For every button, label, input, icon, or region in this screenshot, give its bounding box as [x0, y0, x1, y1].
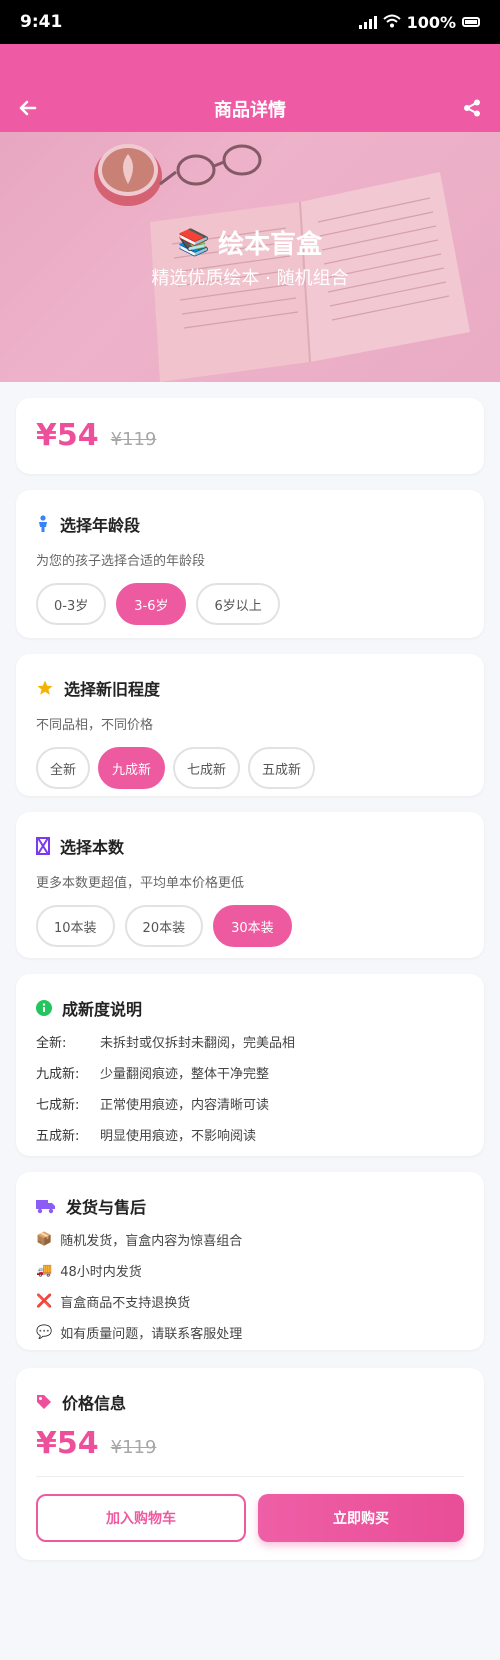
age-title: 选择年龄段 [60, 516, 141, 535]
package-icon: 📦 [36, 1232, 53, 1247]
status-icons: 100% [358, 12, 480, 32]
share-icon [464, 99, 480, 117]
signal-icon [358, 15, 377, 29]
shipping-text: 48小时内发货 [60, 1265, 142, 1280]
condition-info-row: 五成新: 明显使用痕迹，不影响阅读 [36, 1125, 464, 1144]
count-title: 选择本数 [60, 838, 125, 857]
count-option[interactable]: 10本装 [36, 905, 115, 947]
condition-select-card: 选择新旧程度 不同品相，不同价格 全新 九成新 七成新 五成新 [16, 654, 484, 796]
price-info-card: 价格信息 ¥54 ¥119 加入购物车 立即购买 [16, 1368, 484, 1560]
condition-options: 全新 九成新 七成新 五成新 [36, 747, 464, 789]
battery-icon [462, 17, 480, 27]
add-to-cart-button[interactable]: 加入购物车 [36, 1494, 246, 1542]
shipping-item: ❌ 盲盒商品不支持退换货 [36, 1292, 464, 1311]
info-icon [36, 1000, 52, 1016]
condition-value: 少量翻阅痕迹，整体干净完整 [100, 1067, 270, 1082]
count-options: 10本装 20本装 30本装 [36, 905, 464, 947]
count-option[interactable]: 30本装 [213, 905, 292, 947]
age-option[interactable]: 0-3岁 [36, 583, 107, 625]
age-options: 0-3岁 3-6岁 6岁以上 [36, 583, 464, 625]
condition-info-row: 九成新: 少量翻阅痕迹，整体干净完整 [36, 1063, 464, 1082]
shipping-title: 发货与售后 [66, 1198, 147, 1217]
star-icon [37, 680, 53, 695]
hero-banner: 📚 绘本盲盒 精选优质绘本 · 随机组合 [0, 132, 500, 382]
price-info-original: ¥119 [110, 1437, 157, 1458]
age-desc: 为您的孩子选择合适的年龄段 [36, 554, 206, 569]
age-select-card: 选择年龄段 为您的孩子选择合适的年龄段 0-3岁 3-6岁 6岁以上 [16, 490, 484, 638]
condition-info-row: 全新: 未拆封或仅拆封未翻阅，完美品相 [36, 1032, 464, 1051]
condition-key: 全新: [36, 1036, 67, 1051]
hourglass-icon [36, 837, 50, 855]
status-bar: 9:41 100% [0, 0, 500, 44]
price-card: ¥54 ¥119 [16, 398, 484, 474]
price-info-title: 价格信息 [62, 1394, 127, 1413]
count-desc: 更多本数更超值，平均单本价格更低 [36, 876, 245, 891]
price-info-current: ¥54 [36, 1426, 99, 1461]
battery-percent: 100% [406, 12, 456, 32]
page-title: 商品详情 [214, 100, 286, 121]
condition-info-card: 成新度说明 全新: 未拆封或仅拆封未翻阅，完美品相 九成新: 少量翻阅痕迹，整体干净… [16, 974, 484, 1156]
divider [36, 1476, 464, 1477]
hero-subtitle: 精选优质绘本 · 随机组合 [151, 268, 349, 289]
condition-option[interactable]: 全新 [36, 747, 91, 789]
wifi-icon [382, 13, 401, 32]
hero-title-row: 📚 绘本盲盒 [0, 224, 500, 261]
condition-key: 五成新: [36, 1129, 80, 1144]
count-option[interactable]: 20本装 [124, 905, 204, 947]
condition-key: 七成新: [36, 1098, 80, 1113]
delivery-truck-icon: 🚚 [36, 1263, 53, 1278]
condition-value: 明显使用痕迹，不影响阅读 [100, 1129, 257, 1144]
speech-bubble-icon: 💬 [36, 1325, 53, 1340]
truck-icon [36, 1200, 55, 1214]
shipping-item: 🚚 48小时内发货 [36, 1261, 464, 1280]
hero-title: 绘本盲盒 [218, 230, 323, 260]
books-icon: 📚 [177, 227, 211, 258]
condition-option[interactable]: 九成新 [98, 747, 166, 789]
top-nav-bar: 商品详情 [0, 44, 500, 132]
condition-select-title: 选择新旧程度 [64, 680, 161, 699]
shipping-card: 发货与售后 📦 随机发货，盲盒内容为惊喜组合 🚚 48小时内发货 ❌ 盲盒商品不支持退… [16, 1172, 484, 1350]
shipping-text: 如有质量问题，请联系客服处理 [60, 1327, 243, 1342]
condition-info-title: 成新度说明 [62, 1000, 143, 1019]
shipping-item: 📦 随机发货，盲盒内容为惊喜组合 [36, 1230, 464, 1249]
condition-key: 九成新: [36, 1067, 80, 1082]
buy-now-button[interactable]: 立即购买 [258, 1494, 464, 1542]
current-price: ¥54 [36, 418, 99, 453]
tag-icon [37, 1395, 51, 1409]
condition-value: 未拆封或仅拆封未翻阅，完美品相 [100, 1036, 296, 1051]
condition-info-row: 七成新: 正常使用痕迹，内容清晰可读 [36, 1094, 464, 1113]
share-button[interactable] [458, 94, 486, 122]
age-option[interactable]: 3-6岁 [116, 583, 187, 625]
shipping-text: 随机发货，盲盒内容为惊喜组合 [60, 1234, 243, 1249]
child-icon [39, 515, 47, 532]
condition-value: 正常使用痕迹，内容清晰可读 [100, 1098, 270, 1113]
shipping-item: 💬 如有质量问题，请联系客服处理 [36, 1323, 464, 1342]
condition-select-desc: 不同品相，不同价格 [36, 718, 154, 733]
condition-option[interactable]: 五成新 [248, 747, 316, 789]
condition-option[interactable]: 七成新 [173, 747, 241, 789]
original-price: ¥119 [110, 429, 157, 450]
count-select-card: 选择本数 更多本数更超值，平均单本价格更低 10本装 20本装 30本装 [16, 812, 484, 958]
age-option[interactable]: 6岁以上 [196, 583, 280, 625]
shipping-text: 盲盒商品不支持退换货 [60, 1296, 191, 1311]
cross-icon: ❌ [36, 1294, 53, 1309]
status-time: 9:41 [20, 12, 63, 32]
